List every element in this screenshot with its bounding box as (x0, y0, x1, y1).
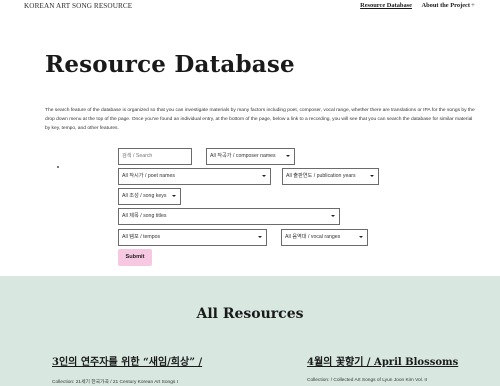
submit-button[interactable]: Submit (118, 249, 152, 266)
all-resources-heading: All Resources (196, 306, 304, 322)
nav-resource-database[interactable]: Resource Database (360, 2, 412, 9)
top-bar: KOREAN ART SONG RESOURCE Resource Databa… (0, 0, 500, 14)
resource-collection: Collection: / Collected Art Songs of Lyu… (307, 378, 428, 383)
poet-select[interactable]: All 작시가 / poet names (118, 168, 271, 185)
tempo-value: All 템포 / tempos (122, 234, 161, 240)
tempo-select[interactable]: All 템포 / tempos (118, 229, 267, 246)
intro-text: The search feature of the database is or… (45, 108, 475, 131)
publication-year-select[interactable]: All 출판연도 / publication years (282, 168, 379, 185)
song-title-select[interactable]: All 제목 / song titles (118, 208, 340, 225)
search-input[interactable]: 검색 / Search (118, 148, 192, 165)
chevron-down-icon (262, 175, 266, 177)
poet-select-value: All 작시가 / poet names (122, 173, 175, 179)
chevron-down-icon (258, 236, 262, 238)
composer-select-value: All 작곡가 / composer names (210, 153, 276, 159)
composer-select[interactable]: All 작곡가 / composer names (206, 148, 295, 165)
song-key-value: All 조성 / song keys (122, 193, 167, 199)
publication-year-value: All 출판연도 / publication years (286, 173, 356, 179)
all-resources-section: All Resources 3인의 연주자를 위한 “새임/희상” / Coll… (0, 276, 500, 386)
chevron-down-icon (286, 155, 290, 157)
song-key-select[interactable]: All 조성 / song keys (118, 188, 181, 205)
resource-title-link[interactable]: 4월의 꽃향기 / April Blossoms (307, 353, 458, 368)
resource-collection: Collection: 21세기 한국가곡 / 21 Century Korea… (52, 380, 178, 385)
nav-about-project[interactable]: About the Project (421, 2, 470, 9)
site-title[interactable]: KOREAN ART SONG RESOURCE (24, 2, 132, 10)
vocal-range-value: All 음역대 / vocal ranges (285, 234, 341, 240)
song-title-value: All 제목 / song titles (122, 213, 167, 219)
page-title: Resource Database (45, 51, 295, 78)
bullet-dot (57, 166, 59, 168)
chevron-down-icon (331, 215, 335, 217)
chevron-down-icon (370, 175, 374, 177)
chevron-down-icon (359, 236, 363, 238)
chevron-down-icon (172, 195, 176, 197)
resource-title-link[interactable]: 3인의 연주자를 위한 “새임/희상” / (52, 353, 202, 368)
plus-icon[interactable]: + (471, 1, 475, 9)
vocal-range-select[interactable]: All 음역대 / vocal ranges (281, 229, 368, 246)
